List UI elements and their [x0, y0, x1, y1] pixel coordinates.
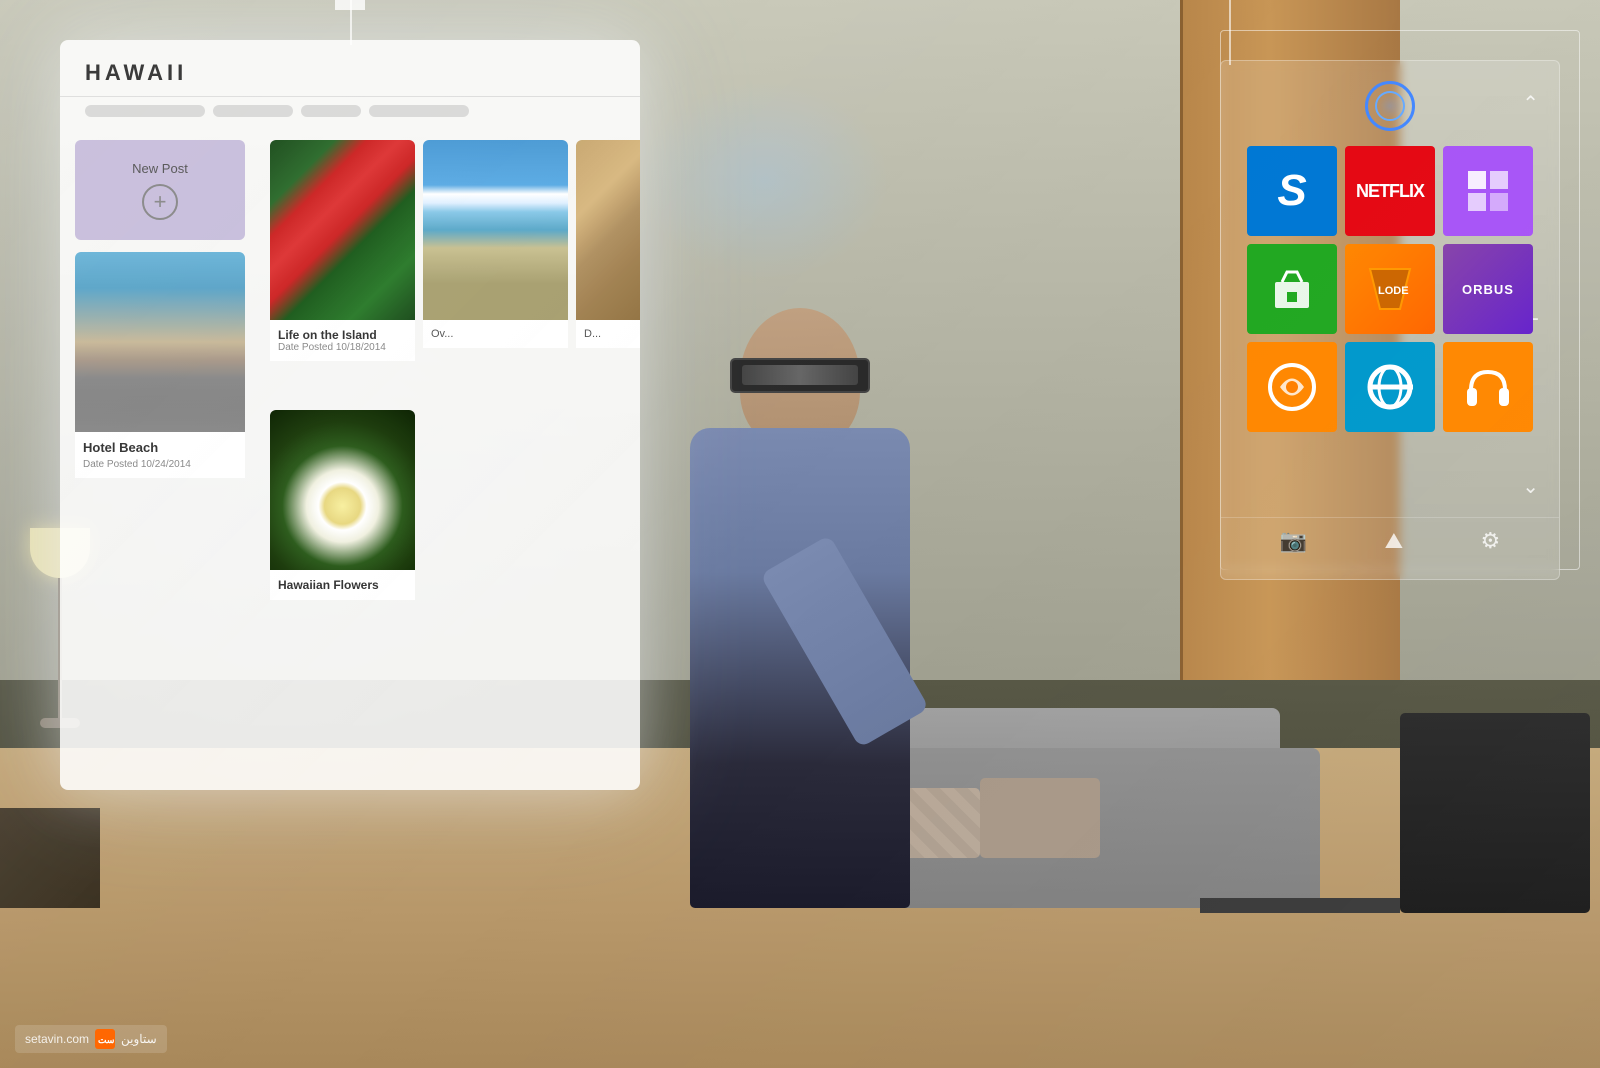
store-tile[interactable]	[1247, 244, 1337, 334]
hololens-headset	[730, 358, 870, 393]
ie-tile[interactable]	[1345, 342, 1435, 432]
hawaii-topbar	[60, 97, 640, 125]
hotel-beach-info: Hotel Beach Date Posted 10/24/2014	[75, 432, 245, 478]
coffee-table	[1200, 898, 1400, 913]
photo-toolbar-icon[interactable]: ⛰	[1385, 528, 1403, 554]
cortana-inner-ring	[1375, 91, 1405, 121]
headphones-icon	[1461, 360, 1516, 415]
ocean-label: Ov...	[431, 328, 560, 340]
photo-row-top: Life on the Island Date Posted 10/18/201…	[270, 140, 630, 400]
hotel-beach-photo	[75, 252, 245, 432]
watermark-site: setavin.com	[25, 1032, 89, 1046]
person-arm-raised	[760, 535, 929, 748]
new-post-label: New Post	[132, 161, 188, 176]
svg-text:LODE: LODE	[1378, 285, 1409, 297]
settings-toolbar-icon[interactable]: ⚙	[1481, 528, 1501, 554]
nav-bar-4	[369, 105, 469, 117]
nav-bar-2	[213, 105, 293, 117]
hawaiian-flowers-info: Hawaiian Flowers	[270, 570, 415, 600]
cortana-icon[interactable]	[1365, 81, 1415, 131]
start-panel-toolbar: 📷 ⛰ ⚙	[1221, 517, 1559, 564]
nav-down-button[interactable]: ⌄	[1522, 474, 1539, 499]
ceiling-mount	[335, 0, 365, 10]
person-head	[740, 308, 860, 448]
game-icon: LODE	[1360, 259, 1420, 319]
hawaii-blog-panel: HAWAII New Post + Hotel Beach Date Poste…	[60, 40, 640, 790]
hotel-beach-date: Date Posted 10/24/2014	[83, 459, 237, 470]
island-partial-label: D...	[584, 328, 640, 340]
island-partial-card[interactable]: D...	[576, 140, 640, 400]
new-post-plus-icon: +	[142, 184, 178, 220]
ocean-card[interactable]: Ov...	[423, 140, 568, 400]
nav-bar-1	[85, 105, 205, 117]
app-tiles-grid: S NETFLIX LODE	[1236, 146, 1544, 432]
watermark: setavin.com ست ستاوين	[15, 1025, 167, 1053]
orbus-tile[interactable]: ORBUS	[1443, 244, 1533, 334]
hawaii-content: New Post + Hotel Beach Date Posted 10/24…	[60, 125, 640, 775]
onsight-tile[interactable]	[1247, 342, 1337, 432]
hawaiian-flowers-title: Hawaiian Flowers	[278, 578, 407, 592]
windows-start-panel: ⌃ + ⌄ S NETFLIX	[1220, 60, 1560, 580]
tv-stand	[1400, 713, 1590, 913]
tropical-flower-image	[270, 140, 415, 320]
ocean-info: Ov...	[423, 320, 568, 348]
island-partial-info: D...	[576, 320, 640, 348]
blog-sidebar: New Post + Hotel Beach Date Posted 10/24…	[60, 125, 260, 775]
tropical-flower-card[interactable]: Life on the Island Date Posted 10/18/201…	[270, 140, 415, 400]
couch-cushion-2	[980, 778, 1100, 858]
island-post-title: Life on the Island	[278, 328, 407, 342]
hawaii-title: HAWAII	[85, 60, 615, 86]
watermark-logo: ست	[95, 1029, 115, 1049]
app-m-icon	[1463, 166, 1513, 216]
nav-up-button[interactable]: ⌃	[1522, 91, 1539, 116]
music-tile[interactable]	[1443, 342, 1533, 432]
app-m-tile[interactable]	[1443, 146, 1533, 236]
camera-toolbar-icon[interactable]: 📷	[1280, 528, 1307, 554]
ocean-beach-image	[423, 140, 568, 320]
hawaiian-flowers-image	[270, 410, 415, 570]
skype-tile[interactable]: S	[1247, 146, 1337, 236]
watermark-arabic: ستاوين	[121, 1032, 157, 1046]
island-post-date: Date Posted 10/18/2014	[278, 342, 407, 353]
nav-bar-3	[301, 105, 361, 117]
tropical-flower-info: Life on the Island Date Posted 10/18/201…	[270, 320, 415, 361]
right-panel-connector	[1229, 0, 1231, 65]
hotel-beach-card[interactable]: Hotel Beach Date Posted 10/24/2014	[75, 252, 245, 760]
netflix-tile[interactable]: NETFLIX	[1345, 146, 1435, 236]
person	[640, 308, 960, 908]
side-table	[0, 808, 100, 908]
game-tile[interactable]: LODE	[1345, 244, 1435, 334]
netflix-label: NETFLIX	[1356, 181, 1424, 202]
svg-text:ست: ست	[98, 1035, 114, 1045]
photo-row-bottom: Hawaiian Flowers	[270, 410, 630, 630]
person-body	[690, 428, 910, 908]
orbus-label: ORBUS	[1462, 282, 1514, 297]
hawaiian-flowers-card[interactable]: Hawaiian Flowers	[270, 410, 415, 630]
skype-icon: S	[1277, 166, 1306, 216]
new-post-button[interactable]: New Post +	[75, 140, 245, 240]
onsight-icon	[1265, 360, 1320, 415]
blog-main-content: Life on the Island Date Posted 10/18/201…	[260, 125, 640, 775]
store-icon	[1267, 264, 1317, 314]
island-partial-image	[576, 140, 640, 320]
ie-icon	[1363, 360, 1418, 415]
hawaii-header: HAWAII	[60, 40, 640, 97]
hotel-beach-title: Hotel Beach	[83, 440, 237, 455]
